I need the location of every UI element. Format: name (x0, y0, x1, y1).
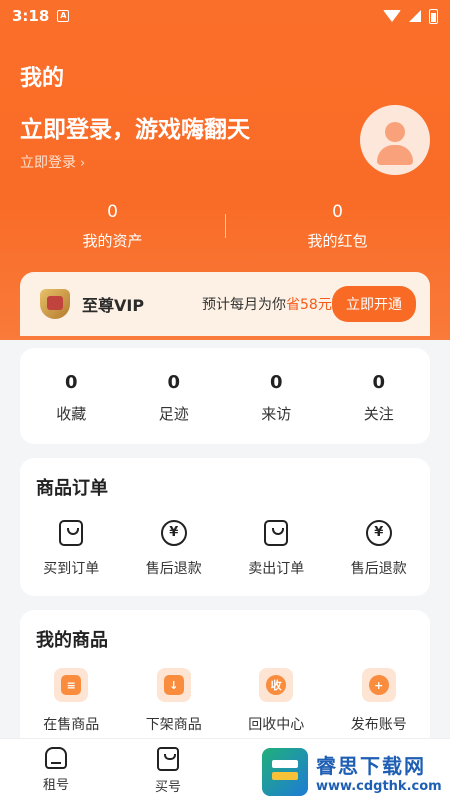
vip-shield-core (47, 296, 63, 310)
bag-icon (264, 520, 289, 546)
orders-title: 商品订单 (36, 478, 108, 499)
buyer-refunds[interactable]: ¥ 售后退款 (123, 518, 226, 578)
watermark-name: 睿思下载网 (316, 754, 426, 778)
vip-badge-icon (38, 287, 72, 321)
favorites[interactable]: 0 收藏 (20, 348, 123, 444)
footprints[interactable]: 0 足迹 (123, 348, 226, 444)
tab-rent[interactable]: 租号 (0, 739, 112, 800)
my-goods-title: 我的商品 (36, 630, 108, 651)
count-label: 来访 (261, 405, 292, 423)
publish-account[interactable]: + 发布账号 (328, 668, 431, 734)
tab-buy[interactable]: 买号 (112, 739, 224, 800)
vip-open-button[interactable]: 立即开通 (332, 286, 416, 322)
bag-icon (59, 520, 84, 546)
watermark-url: www.cdgthk.com (316, 779, 442, 794)
chevron-right-icon: › (80, 156, 86, 171)
my-goods-card: 我的商品 ≡ 在售商品 ↓ 下架商品 收 回收中心 + 发布账号 (20, 610, 430, 750)
page-title: 我的 (20, 66, 65, 91)
my-red-packets[interactable]: 0 我的红包 (225, 202, 450, 251)
list-icon: ≡ (54, 668, 89, 702)
count-value: 0 (269, 372, 283, 393)
order-label: 售后退款 (350, 561, 407, 577)
count-value: 0 (372, 372, 386, 393)
vip-title: 至尊VIP (82, 296, 145, 315)
wifi-icon (383, 10, 401, 22)
vip-description: 预计每月为你省58元 (202, 294, 332, 314)
recycle-center[interactable]: 收 回收中心 (225, 668, 328, 734)
battery-icon (429, 8, 438, 24)
login-heading[interactable]: 立即登录，游戏嗨翻天 (20, 110, 250, 144)
asset-stats: 0 我的资产 0 我的红包 (0, 202, 450, 251)
yen-icon: ¥ (160, 520, 187, 546)
status-bar: 3:18 A (0, 0, 450, 32)
goods-label: 在售商品 (43, 717, 100, 733)
recycle-glyph: 收 (266, 675, 287, 695)
tab-label: 买号 (154, 780, 181, 795)
activity-counts: 0 收藏 0 足迹 0 来访 0 关注 (20, 348, 430, 444)
goods-label: 回收中心 (248, 717, 305, 733)
recycle-icon: 收 (259, 668, 294, 702)
count-value: 0 (167, 372, 181, 393)
sold-orders[interactable]: 卖出订单 (225, 518, 328, 578)
red-packets-value: 0 (332, 202, 343, 222)
list-glyph: ≡ (61, 675, 82, 695)
watermark: 睿思下载网 www.cdgthk.com (262, 744, 450, 800)
my-assets[interactable]: 0 我的资产 (0, 202, 225, 251)
red-packets-label: 我的红包 (307, 232, 368, 250)
login-link[interactable]: 立即登录 › (20, 152, 85, 172)
signal-icon (409, 10, 421, 22)
orders-grid: 买到订单 ¥ 售后退款 卖出订单 ¥ 售后退款 (20, 518, 430, 578)
watermark-logo-icon (262, 748, 308, 796)
bought-orders[interactable]: 买到订单 (20, 518, 123, 578)
goods-removed[interactable]: ↓ 下架商品 (123, 668, 226, 734)
order-label: 买到订单 (43, 561, 100, 577)
goods-on-sale[interactable]: ≡ 在售商品 (20, 668, 123, 734)
notification-icon: A (57, 10, 70, 22)
vip-desc-prefix: 预计每月为你 (202, 297, 286, 313)
yen-icon: ¥ (365, 520, 392, 546)
following[interactable]: 0 关注 (328, 348, 431, 444)
goods-label: 发布账号 (350, 717, 407, 733)
goods-label: 下架商品 (145, 717, 202, 733)
vip-banner[interactable]: 至尊VIP 预计每月为你省58元 立即开通 (20, 272, 430, 336)
my-goods-grid: ≡ 在售商品 ↓ 下架商品 收 回收中心 + 发布账号 (20, 668, 430, 734)
order-label: 售后退款 (145, 561, 202, 577)
count-value: 0 (64, 372, 78, 393)
seller-refunds[interactable]: ¥ 售后退款 (328, 518, 431, 578)
login-link-label: 立即登录 (20, 155, 76, 171)
download-icon: ↓ (156, 668, 191, 702)
my-assets-label: 我的资产 (82, 232, 143, 250)
rent-icon (45, 747, 67, 769)
count-label: 关注 (363, 405, 394, 423)
tab-label: 租号 (42, 778, 69, 793)
avatar-body (377, 145, 413, 165)
plus-icon: + (361, 668, 396, 702)
plus-glyph: + (368, 675, 389, 695)
status-time: 3:18 (12, 7, 50, 25)
divider (225, 214, 226, 238)
watermark-text: 睿思下载网 www.cdgthk.com (316, 750, 442, 794)
visitors[interactable]: 0 来访 (225, 348, 328, 444)
count-label: 足迹 (158, 405, 189, 423)
avatar-head (385, 122, 405, 142)
bag-icon (157, 747, 179, 771)
orders-card: 商品订单 买到订单 ¥ 售后退款 卖出订单 ¥ 售后退款 (20, 458, 430, 596)
vip-desc-highlight: 省58元 (286, 297, 332, 313)
download-glyph: ↓ (163, 675, 184, 695)
my-assets-value: 0 (107, 202, 118, 222)
avatar[interactable] (360, 105, 430, 175)
order-label: 卖出订单 (248, 561, 305, 577)
count-label: 收藏 (56, 405, 87, 423)
